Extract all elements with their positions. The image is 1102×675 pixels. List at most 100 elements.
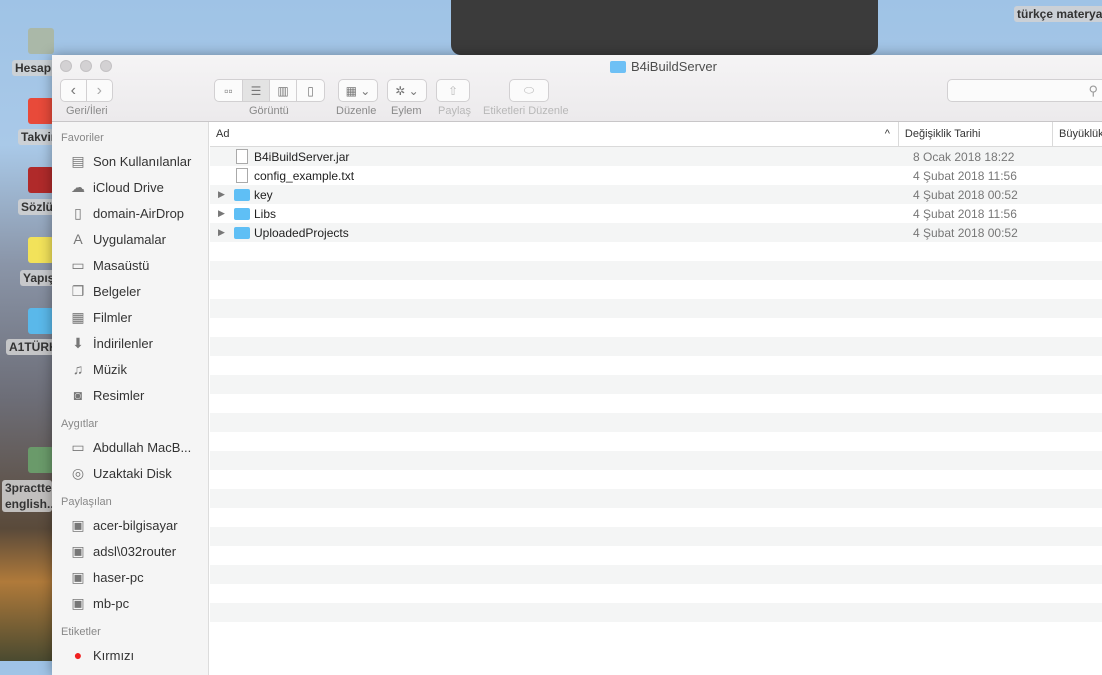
document-icon[interactable] xyxy=(28,447,54,473)
file-name-cell: ▶ Libs xyxy=(210,207,911,221)
empty-row xyxy=(210,470,1102,489)
dictionary-icon[interactable] xyxy=(28,167,54,193)
sidebar-item-downloads[interactable]: ⬇ İndirilenler xyxy=(52,330,208,356)
sidebar-item-shared[interactable]: ▣ mb-pc xyxy=(52,590,208,616)
action-button[interactable]: ✲ ⌄ xyxy=(387,79,427,102)
search-input[interactable]: ⚲ xyxy=(947,79,1102,102)
laptop-icon: ▭ xyxy=(71,438,85,455)
file-name-cell: config_example.txt xyxy=(210,168,911,183)
sidebar-item-desktop[interactable]: ▭ Masaüstü xyxy=(52,252,208,278)
gallery-view-icon[interactable]: ▯ xyxy=(297,80,324,101)
sidebar-item-shared[interactable]: ▣ acer-bilgisayar xyxy=(52,512,208,538)
sidebar-section-title: Paylaşılan xyxy=(61,496,112,508)
sidebar-item-icloud[interactable]: ☁ iCloud Drive xyxy=(52,174,208,200)
empty-row xyxy=(210,508,1102,527)
desktop-icon: ▭ xyxy=(71,256,85,273)
calculator-icon[interactable] xyxy=(28,28,54,54)
sidebar-item-label: domain-AirDrop xyxy=(93,205,185,221)
file-name: UploadedProjects xyxy=(254,225,349,240)
sidebar-item-label: Uzaktaki Disk xyxy=(93,465,172,481)
file-rows: B4iBuildServer.jar 8 Ocak 2018 18:22 confi… xyxy=(210,147,1102,641)
sidebar-item-airdrop[interactable]: ▯ domain-AirDrop xyxy=(52,200,208,226)
sidebar-item-label: Son Kullanılanlar xyxy=(93,153,192,169)
empty-row xyxy=(210,280,1102,299)
desktop-item[interactable]: türkçe materyaller xyxy=(1014,6,1102,22)
sidebar-item-label: Uygulamalar xyxy=(93,231,166,247)
empty-row xyxy=(210,242,1102,261)
icon-view-icon[interactable]: ▫▫ xyxy=(215,80,243,101)
disclosure-triangle-icon[interactable]: ▶ xyxy=(218,227,230,238)
tags-button[interactable]: ⬭ xyxy=(509,79,549,102)
sidebar-item-label: acer-bilgisayar xyxy=(93,517,178,533)
window-title-text: B4iBuildServer xyxy=(631,59,717,74)
search-icon: ⚲ xyxy=(1088,83,1098,98)
table-row[interactable]: ▶ UploadedProjects 4 Şubat 2018 00:52 xyxy=(210,223,1102,242)
folder-icon xyxy=(234,188,250,201)
minimize-button[interactable] xyxy=(80,60,92,72)
action-label: Eylem xyxy=(391,105,422,117)
empty-row xyxy=(210,489,1102,508)
sidebar-item-recents[interactable]: ▤ Son Kullanılanlar xyxy=(52,148,208,174)
gear-icon: ✲ ⌄ xyxy=(395,83,419,98)
toolbar: B4iBuildServer ‹ › Geri/İleri ▫▫ ☰ ▥ ▯ G… xyxy=(52,55,1102,122)
column-header-size[interactable]: Büyüklük xyxy=(1053,122,1102,146)
close-button[interactable] xyxy=(60,60,72,72)
sidebar-item-applications[interactable]: A Uygulamalar xyxy=(52,226,208,252)
sidebar-item-remote-disc[interactable]: ◎ Uzaktaki Disk xyxy=(52,460,208,486)
sidebar-item-pictures[interactable]: ◙ Resimler xyxy=(52,382,208,408)
disclosure-triangle-icon[interactable]: ▶ xyxy=(218,208,230,219)
share-button[interactable]: ⇧ xyxy=(436,79,470,102)
desktop-item[interactable]: 3practtest english...r xyxy=(2,480,52,512)
empty-row xyxy=(210,413,1102,432)
window-title: B4iBuildServer xyxy=(610,59,717,74)
empty-row xyxy=(210,622,1102,641)
arrange-label: Düzenle xyxy=(336,105,377,117)
camera-icon: ◙ xyxy=(73,387,83,403)
file-date: 4 Şubat 2018 00:52 xyxy=(913,225,1018,240)
column-header-name[interactable]: Ad ^ xyxy=(210,122,899,146)
column-view-icon[interactable]: ▥ xyxy=(270,80,297,101)
column-header-date[interactable]: Değişiklik Tarihi xyxy=(899,122,1054,146)
sidebar-item-movies[interactable]: ▦ Filmler xyxy=(52,304,208,330)
sidebar-item-tag-red[interactable]: ● Kırmızı xyxy=(52,642,208,668)
sidebar-item-macbook[interactable]: ▭ Abdullah MacB... xyxy=(52,434,208,460)
forward-button[interactable]: › xyxy=(87,80,112,101)
computer-icon: ▣ xyxy=(71,516,85,533)
sidebar-item-label: Abdullah MacB... xyxy=(93,439,192,455)
table-row[interactable]: ▶ Libs 4 Şubat 2018 11:56 xyxy=(210,204,1102,223)
disclosure-triangle-icon[interactable]: ▶ xyxy=(218,189,230,200)
empty-row xyxy=(210,337,1102,356)
empty-row xyxy=(210,394,1102,413)
empty-row xyxy=(210,261,1102,280)
table-row[interactable]: ▶ key 4 Şubat 2018 00:52 xyxy=(210,185,1102,204)
sidebar-item-label: Resimler xyxy=(93,387,145,403)
sidebar-item-shared[interactable]: ▣ adsl\032router xyxy=(52,538,208,564)
empty-row xyxy=(210,318,1102,337)
file-date: 4 Şubat 2018 00:52 xyxy=(913,187,1018,202)
share-icon: ⇧ xyxy=(447,83,459,98)
arrange-button[interactable]: ▦ ⌄ xyxy=(338,79,378,102)
disc-icon: ◎ xyxy=(71,464,85,481)
column-header-label: Ad xyxy=(216,128,230,140)
zoom-button[interactable] xyxy=(100,60,112,72)
sidebar-item-music[interactable]: ♫ Müzik xyxy=(52,356,208,382)
recents-icon: ▤ xyxy=(71,152,85,169)
table-row[interactable]: B4iBuildServer.jar 8 Ocak 2018 18:22 xyxy=(210,147,1102,166)
sidebar-item-documents[interactable]: ❐ Belgeler xyxy=(52,278,208,304)
empty-row xyxy=(210,432,1102,451)
file-name-cell: ▶ key xyxy=(210,188,911,202)
file-name: key xyxy=(254,187,273,202)
tag-icon: ⬭ xyxy=(523,83,535,97)
sidebar-item-label: mb-pc xyxy=(93,595,130,611)
table-row[interactable]: config_example.txt 4 Şubat 2018 11:56 xyxy=(210,166,1102,185)
list-view-icon[interactable]: ☰ xyxy=(243,80,270,101)
sidebar-item-label: Müzik xyxy=(93,361,127,377)
calendar-icon[interactable] xyxy=(28,98,54,124)
empty-row xyxy=(210,527,1102,546)
file-date: 8 Ocak 2018 18:22 xyxy=(913,149,1015,164)
music-icon: ♫ xyxy=(72,361,84,377)
sidebar-item-shared[interactable]: ▣ haser-pc xyxy=(52,564,208,590)
back-button[interactable]: ‹ xyxy=(61,80,87,101)
folder-icon[interactable] xyxy=(28,308,54,334)
stickies-icon[interactable] xyxy=(28,237,54,263)
